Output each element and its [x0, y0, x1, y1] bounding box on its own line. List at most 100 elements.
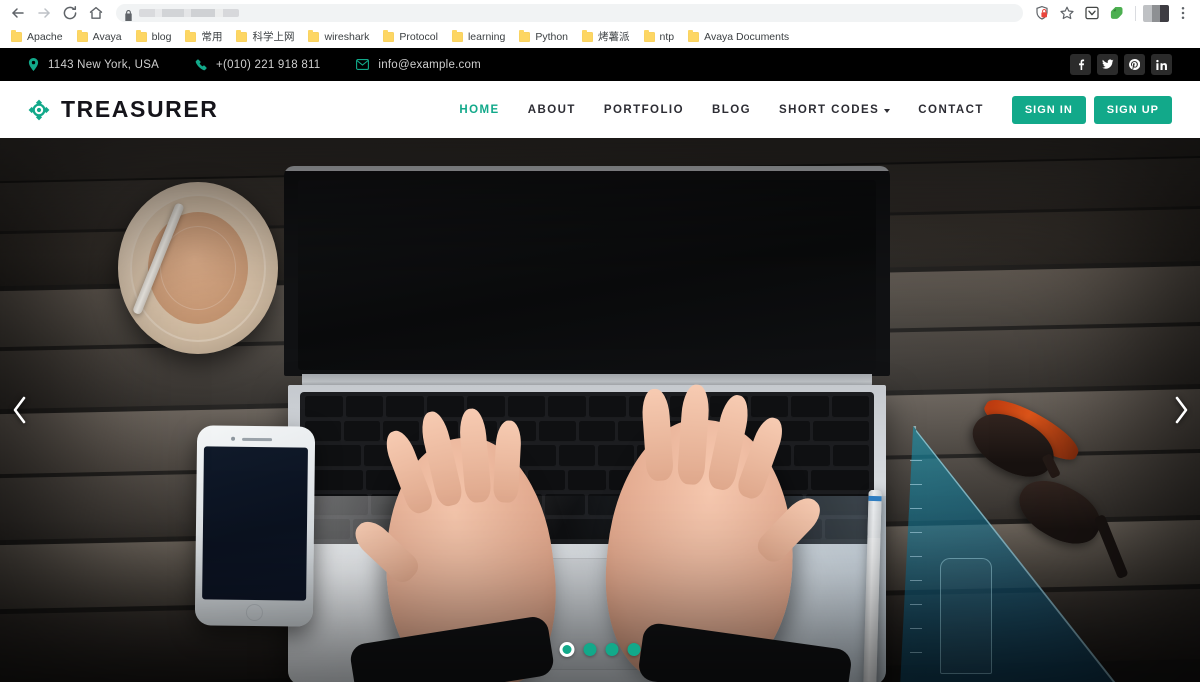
home-button[interactable] [84, 1, 108, 25]
slider-pagination [559, 642, 641, 657]
nav-item-short-codes[interactable]: SHORT CODES [765, 104, 904, 116]
laptop-lid [284, 166, 890, 376]
back-button[interactable] [6, 1, 30, 25]
bookmark-item[interactable]: ntp [637, 27, 682, 47]
site-header: TREASURER HOME ABOUT PORTFOLIO BLOG SHOR… [0, 81, 1200, 138]
chrome-menu-button[interactable] [1172, 2, 1194, 24]
reload-button[interactable] [58, 1, 82, 25]
bookmark-item[interactable]: wireshark [301, 27, 376, 47]
bookmark-item[interactable]: Apache [4, 27, 70, 47]
folder-icon [519, 30, 531, 42]
hero-image [0, 138, 1200, 682]
extension-evernote-icon[interactable] [1106, 2, 1128, 24]
slider-next-button[interactable] [1164, 387, 1198, 433]
slider-dot-3[interactable] [605, 643, 619, 656]
profile-avatar[interactable] [1143, 4, 1169, 22]
iced-coffee-cup [118, 182, 278, 354]
contact-info-group: 1143 New York, USA +(010) 221 918 811 in… [28, 58, 1070, 71]
sign-in-button[interactable]: SIGN IN [1011, 95, 1086, 124]
top-info-bar: 1143 New York, USA +(010) 221 918 811 in… [0, 48, 1200, 81]
bookmark-item[interactable]: Avaya Documents [681, 27, 796, 47]
bookmark-label: Protocol [399, 30, 438, 43]
site-permissions-icon[interactable] [1031, 2, 1053, 24]
address-value [139, 9, 239, 17]
contact-email: info@example.com [356, 59, 481, 71]
bookmark-item[interactable]: learning [445, 27, 512, 47]
folder-icon [76, 30, 88, 42]
bookmark-star-icon[interactable] [1056, 2, 1078, 24]
toolbar-divider [1135, 5, 1136, 21]
address-text: 1143 New York, USA [48, 58, 160, 71]
nav-label: HOME [459, 103, 500, 116]
sign-up-button[interactable]: SIGN UP [1093, 95, 1172, 124]
nav-item-home[interactable]: HOME [445, 104, 513, 116]
nav-label: PORTFOLIO [603, 103, 684, 116]
nav-item-contact[interactable]: CONTACT [904, 104, 998, 116]
map-pin-icon [28, 58, 39, 71]
bookmark-label: Avaya Documents [704, 30, 790, 43]
slider-prev-button[interactable] [2, 387, 36, 433]
browser-chrome: Apache Avaya blog 常用 科学上网 wireshark Prot… [0, 0, 1200, 48]
linkedin-icon[interactable] [1151, 54, 1172, 75]
nav-item-portfolio[interactable]: PORTFOLIO [590, 104, 698, 116]
folder-icon [308, 30, 320, 42]
header-right: HOME ABOUT PORTFOLIO BLOG SHORT CODES CO… [445, 95, 1172, 124]
email-text: info@example.com [378, 58, 482, 71]
folder-icon [236, 30, 248, 42]
bookmark-item[interactable]: Python [512, 27, 575, 47]
compass-diamond-icon [28, 99, 50, 121]
bookmarks-bar: Apache Avaya blog 常用 科学上网 wireshark Prot… [0, 26, 1200, 48]
pinterest-icon[interactable] [1124, 54, 1145, 75]
bookmark-label: 常用 [201, 31, 223, 43]
nav-item-blog[interactable]: BLOG [698, 104, 765, 116]
main-nav: HOME ABOUT PORTFOLIO BLOG SHORT CODES CO… [445, 104, 997, 116]
auth-buttons: SIGN IN SIGN UP [1011, 95, 1172, 124]
slider-dot-1[interactable] [559, 642, 575, 657]
nav-label: BLOG [711, 103, 751, 116]
bookmark-item[interactable]: 烤薯派 [575, 27, 637, 47]
chevron-right-icon [1173, 395, 1190, 425]
contact-phone: +(010) 221 918 811 [195, 59, 320, 71]
bookmark-label: blog [151, 30, 172, 43]
laptop-screen [298, 180, 876, 370]
bookmark-item[interactable]: 科学上网 [229, 27, 301, 47]
folder-icon [185, 30, 197, 42]
forward-button[interactable] [32, 1, 56, 25]
phone-text: +(010) 221 918 811 [216, 58, 321, 71]
bookmark-label: Python [535, 30, 569, 43]
brand-name: TREASURER [61, 96, 219, 122]
social-links [1070, 54, 1172, 75]
chevron-down-icon [884, 108, 891, 113]
bookmark-label: wireshark [324, 30, 370, 43]
bookmark-label: 烤薯派 [598, 31, 630, 43]
smartphone [194, 425, 316, 627]
bookmark-label: 科学上网 [252, 31, 295, 43]
bookmark-label: Avaya [92, 30, 122, 43]
bookmark-item[interactable]: Avaya [70, 27, 129, 47]
nav-item-about[interactable]: ABOUT [514, 104, 590, 116]
folder-icon [451, 30, 463, 42]
browser-actions [1031, 2, 1194, 24]
laptop [278, 166, 896, 682]
website: 1143 New York, USA +(010) 221 918 811 in… [0, 48, 1200, 682]
extension-pocket-icon[interactable] [1081, 2, 1103, 24]
folder-icon [383, 30, 395, 42]
folder-icon [582, 30, 594, 42]
logo[interactable]: TREASURER [28, 96, 219, 123]
address-bar[interactable] [116, 4, 1023, 22]
browser-toolbar [0, 0, 1200, 26]
slider-dot-2[interactable] [583, 643, 597, 656]
slider-dot-4[interactable] [627, 643, 641, 656]
nav-label: ABOUT [527, 103, 576, 116]
bookmark-label: Apache [27, 30, 63, 43]
nav-label: SHORT CODES [779, 103, 880, 116]
twitter-icon[interactable] [1097, 54, 1118, 75]
bookmark-label: learning [467, 30, 506, 43]
facebook-icon[interactable] [1070, 54, 1091, 75]
lock-icon [124, 8, 133, 21]
bookmark-item[interactable]: 常用 [178, 27, 229, 47]
bookmark-item[interactable]: Protocol [376, 27, 445, 47]
bookmark-item[interactable]: blog [129, 27, 179, 47]
hero-slider [0, 138, 1200, 682]
phone-icon [195, 58, 207, 71]
